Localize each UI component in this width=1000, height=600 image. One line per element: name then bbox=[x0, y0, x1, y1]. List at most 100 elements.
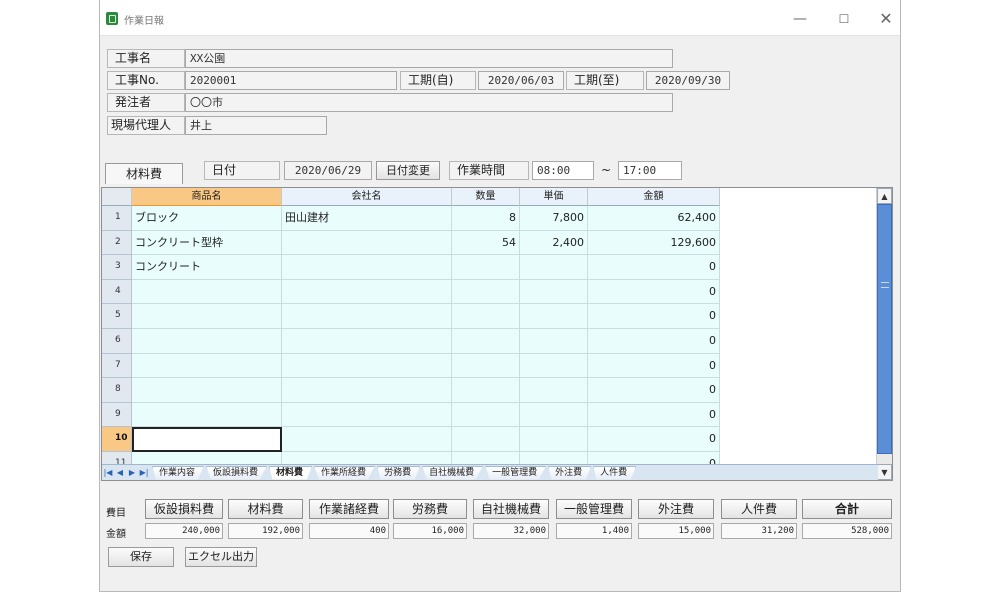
table-row[interactable]: 10 0 bbox=[102, 427, 875, 452]
column-header-quantity[interactable]: 数量 bbox=[452, 188, 520, 206]
table-row[interactable]: 60 bbox=[102, 328, 875, 354]
cell-company[interactable] bbox=[282, 378, 452, 403]
cell-item[interactable] bbox=[132, 402, 282, 428]
cell-company[interactable] bbox=[282, 279, 452, 305]
cell-item[interactable] bbox=[132, 328, 282, 354]
cell-item[interactable] bbox=[132, 378, 282, 403]
summary-item-button[interactable]: 労務費 bbox=[393, 499, 467, 519]
cell-item[interactable] bbox=[132, 279, 282, 305]
scroll-thumb[interactable] bbox=[877, 204, 892, 454]
table-row[interactable]: 2 コンクリート型枠 54 2,400 129,600 bbox=[102, 230, 875, 256]
summary-item-button[interactable]: 自社機械費 bbox=[473, 499, 549, 519]
category-tab[interactable]: 材料費 bbox=[105, 163, 183, 184]
sheet-prev-icon[interactable]: ◀ bbox=[114, 468, 126, 477]
cell-item[interactable]: コンクリート bbox=[132, 255, 282, 280]
row-number[interactable]: 8 bbox=[102, 378, 132, 403]
summary-item-button[interactable]: 合計 bbox=[802, 499, 892, 519]
vertical-scrollbar[interactable]: ▲ ▼ bbox=[876, 188, 892, 480]
sheet-tab[interactable]: 材料費 bbox=[269, 465, 313, 480]
cell-item[interactable] bbox=[132, 304, 282, 329]
row-number[interactable]: 5 bbox=[102, 304, 132, 329]
work-time-start-field[interactable]: 08:00 bbox=[532, 161, 594, 180]
row-number[interactable]: 4 bbox=[102, 279, 132, 305]
cell-unit-price[interactable] bbox=[520, 328, 588, 354]
sheet-next-icon[interactable]: ▶ bbox=[126, 468, 138, 477]
row-number[interactable]: 1 bbox=[102, 206, 132, 231]
cell-unit-price[interactable] bbox=[520, 427, 588, 452]
summary-item-button[interactable]: 一般管理費 bbox=[556, 499, 632, 519]
cell-amount[interactable]: 0 bbox=[588, 402, 720, 428]
cell-company[interactable] bbox=[282, 427, 452, 452]
cell-amount[interactable]: 0 bbox=[588, 378, 720, 403]
grid-corner[interactable] bbox=[102, 188, 132, 206]
table-row[interactable]: 1 ブロック 田山建材 8 7,800 62,400 bbox=[102, 206, 875, 231]
summary-item-button[interactable]: 仮設損料費 bbox=[145, 499, 223, 519]
cell-unit-price[interactable]: 7,800 bbox=[520, 206, 588, 231]
cell-quantity[interactable] bbox=[452, 353, 520, 379]
cell-item[interactable]: ブロック bbox=[132, 206, 282, 231]
scroll-up-arrow-icon[interactable]: ▲ bbox=[877, 188, 892, 204]
summary-item-button[interactable]: 外注費 bbox=[638, 499, 714, 519]
change-date-button[interactable]: 日付変更 bbox=[376, 161, 440, 180]
sheet-tab[interactable]: 自社機械費 bbox=[422, 465, 484, 480]
table-row[interactable]: 50 bbox=[102, 304, 875, 329]
scroll-down-arrow-icon[interactable]: ▼ bbox=[877, 464, 892, 480]
sheet-tab[interactable]: 作業所経費 bbox=[314, 465, 376, 480]
cell-amount[interactable]: 62,400 bbox=[588, 206, 720, 231]
sheet-first-icon[interactable]: |◀ bbox=[102, 468, 114, 477]
work-time-end-field[interactable]: 17:00 bbox=[618, 161, 682, 180]
cell-amount[interactable]: 0 bbox=[588, 328, 720, 354]
cell-company[interactable] bbox=[282, 255, 452, 280]
project-no-field[interactable]: 2020001 bbox=[185, 71, 397, 90]
cell-company[interactable] bbox=[282, 353, 452, 379]
sheet-last-icon[interactable]: ▶| bbox=[138, 468, 150, 477]
sheet-tab[interactable]: 労務費 bbox=[377, 465, 421, 480]
date-field[interactable]: 2020/06/29 bbox=[284, 161, 372, 180]
cell-unit-price[interactable] bbox=[520, 279, 588, 305]
cell-item[interactable]: コンクリート型枠 bbox=[132, 230, 282, 256]
maximize-button[interactable]: ☐ bbox=[830, 8, 858, 30]
cell-unit-price[interactable] bbox=[520, 378, 588, 403]
cell-unit-price[interactable] bbox=[520, 304, 588, 329]
cell-quantity[interactable] bbox=[452, 378, 520, 403]
row-number[interactable]: 9 bbox=[102, 402, 132, 428]
table-row[interactable]: 80 bbox=[102, 378, 875, 403]
cell-quantity[interactable] bbox=[452, 279, 520, 305]
row-number[interactable]: 10 bbox=[102, 427, 132, 452]
cell-unit-price[interactable] bbox=[520, 402, 588, 428]
column-header-company[interactable]: 会社名 bbox=[282, 188, 452, 206]
sheet-tab[interactable]: 人件費 bbox=[593, 465, 637, 480]
minimize-button[interactable]: — bbox=[786, 8, 814, 30]
cell-company[interactable] bbox=[282, 304, 452, 329]
cell-quantity[interactable] bbox=[452, 328, 520, 354]
cell-amount[interactable]: 0 bbox=[588, 427, 720, 452]
table-row[interactable]: 40 bbox=[102, 279, 875, 305]
cell-amount[interactable]: 0 bbox=[588, 255, 720, 280]
project-name-field[interactable]: XX公園 bbox=[185, 49, 673, 68]
period-from-field[interactable]: 2020/06/03 bbox=[478, 71, 564, 90]
cell-amount[interactable]: 0 bbox=[588, 353, 720, 379]
sheet-tab[interactable]: 作業内容 bbox=[152, 465, 205, 480]
cell-quantity[interactable] bbox=[452, 427, 520, 452]
period-to-field[interactable]: 2020/09/30 bbox=[646, 71, 730, 90]
cell-amount[interactable]: 0 bbox=[588, 304, 720, 329]
row-number[interactable]: 6 bbox=[102, 328, 132, 354]
materials-grid[interactable]: 商品名 会社名 数量 単価 金額 1 ブロック 田山建材 8 7,800 62,400 2 コ… bbox=[101, 187, 893, 481]
client-field[interactable]: 〇〇市 bbox=[185, 93, 673, 112]
cell-unit-price[interactable]: 2,400 bbox=[520, 230, 588, 256]
row-number[interactable]: 7 bbox=[102, 353, 132, 379]
sheet-tab[interactable]: 外注費 bbox=[548, 465, 592, 480]
summary-item-button[interactable]: 人件費 bbox=[721, 499, 797, 519]
site-manager-field[interactable]: 井上 bbox=[185, 116, 327, 135]
cell-quantity[interactable] bbox=[452, 402, 520, 428]
sheet-tab[interactable]: 仮設損料費 bbox=[206, 465, 268, 480]
row-number[interactable]: 3 bbox=[102, 255, 132, 280]
sheet-tab[interactable]: 一般管理費 bbox=[485, 465, 547, 480]
summary-item-button[interactable]: 材料費 bbox=[228, 499, 303, 519]
column-header-unit-price[interactable]: 単価 bbox=[520, 188, 588, 206]
excel-export-button[interactable]: エクセル出力 bbox=[185, 547, 257, 567]
cell-unit-price[interactable] bbox=[520, 353, 588, 379]
table-row[interactable]: 3 コンクリート 0 bbox=[102, 255, 875, 280]
cell-company[interactable] bbox=[282, 230, 452, 256]
cell-item[interactable] bbox=[132, 353, 282, 379]
